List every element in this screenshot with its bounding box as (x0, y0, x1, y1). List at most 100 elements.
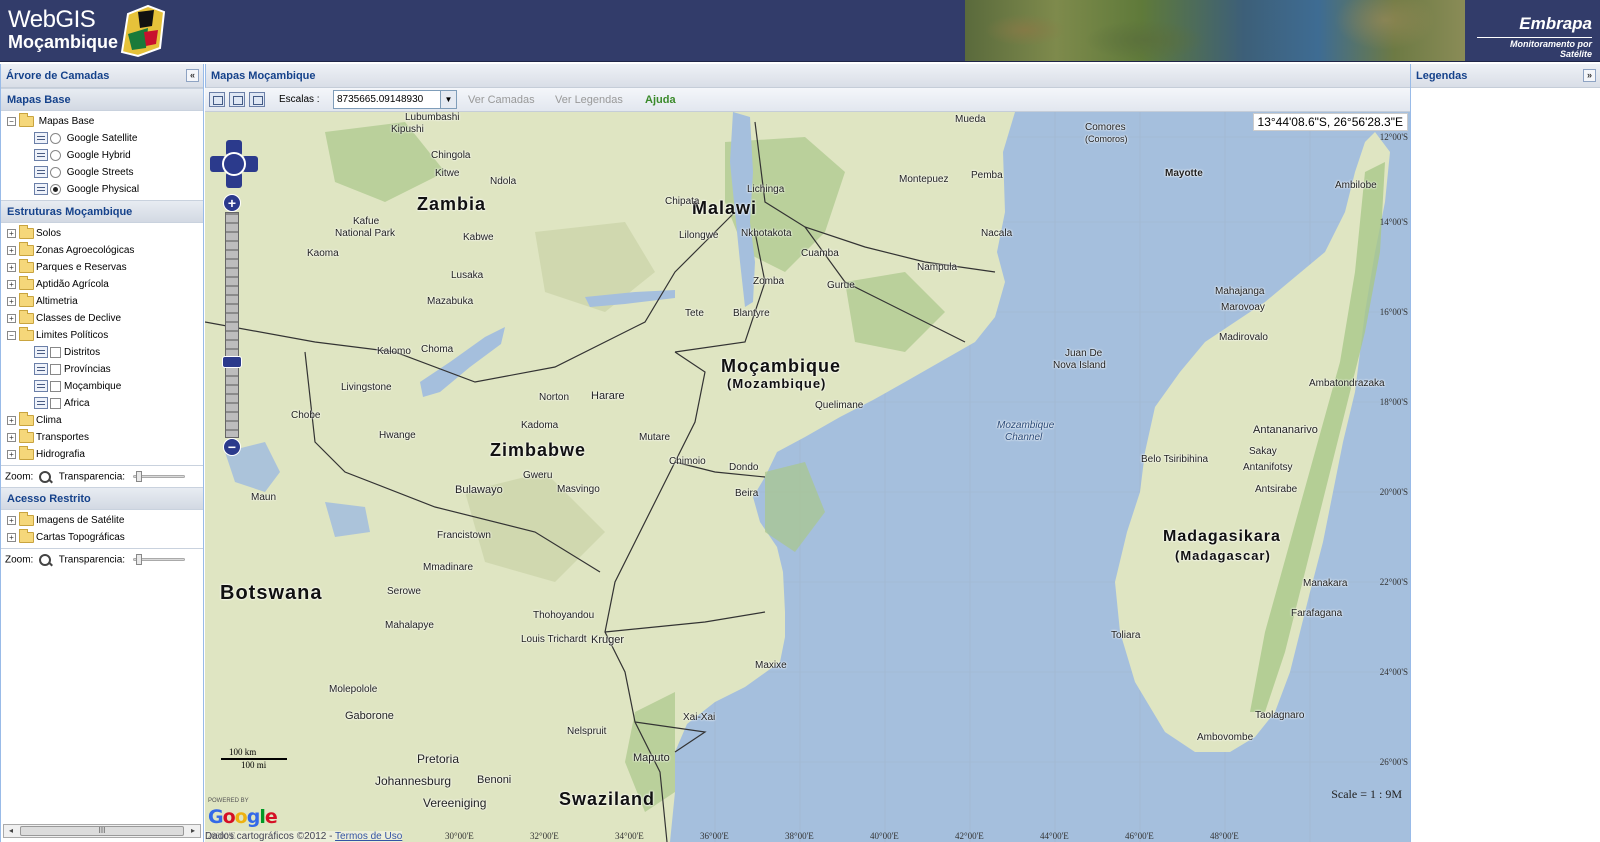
folder-imagens-satelite[interactable]: + Imagens de Satélite (1, 511, 203, 529)
pan-control[interactable] (210, 140, 258, 188)
measure-icon[interactable] (249, 92, 265, 107)
expand-icon[interactable]: + (7, 279, 16, 289)
zoom-in-icon[interactable] (38, 553, 52, 567)
zoom-knob[interactable] (222, 356, 242, 368)
lon-label: 32°00'E (530, 831, 559, 841)
layer-distritos[interactable]: Distritos (1, 344, 203, 361)
collapse-right-button[interactable]: » (1583, 69, 1596, 82)
expand-icon[interactable]: + (7, 313, 16, 323)
overview-icon[interactable] (229, 92, 245, 107)
layer-africa[interactable]: Africa (1, 395, 203, 412)
layer-provincias[interactable]: Províncias (1, 361, 203, 378)
checkbox-africa[interactable] (50, 397, 61, 409)
folder-altimetria[interactable]: + Altimetria (1, 292, 203, 310)
folder-label: Limites Políticos (36, 330, 109, 341)
expand-icon[interactable]: + (7, 415, 16, 425)
folder-clima[interactable]: + Clima (1, 411, 203, 429)
folder-hidrografia[interactable]: + Hidrografia (1, 445, 203, 463)
city-label: Toliara (1111, 630, 1141, 641)
expand-icon[interactable]: + (7, 245, 16, 255)
expand-icon[interactable]: + (7, 228, 16, 238)
city-label: Maputo (633, 752, 670, 764)
city-label: Nelspruit (567, 726, 607, 737)
city-label: Antanifotsy (1243, 462, 1293, 473)
folder-cartas[interactable]: + Cartas Topográficas (1, 528, 203, 546)
slider-thumb[interactable] (136, 471, 142, 482)
city-label: Mahalapye (385, 620, 434, 631)
zoom-in-button[interactable]: + (223, 194, 241, 212)
scroll-right-arrow-icon[interactable]: ▸ (188, 826, 198, 836)
scrollbar-thumb[interactable]: III (20, 826, 184, 836)
expand-icon[interactable]: + (7, 532, 16, 542)
zoom-track[interactable] (225, 212, 239, 438)
layer-label: Google Physical (66, 184, 140, 195)
map-canvas[interactable]: Zambia Malawi Moçambique (Mozambique) Zi… (205, 112, 1410, 842)
horizontal-scrollbar[interactable]: ◂ III ▸ (3, 824, 201, 838)
layer-google-physical[interactable]: Google Physical (1, 181, 203, 198)
expand-icon[interactable]: + (7, 432, 16, 442)
transparency-slider[interactable] (133, 554, 185, 565)
terms-link[interactable]: Termos de Uso (335, 831, 402, 842)
scale-select[interactable]: 8735665.09148930 ▼ (333, 90, 457, 109)
city-label: Hwange (379, 430, 416, 441)
label-botswana: Botswana (220, 582, 323, 604)
section-estruturas[interactable]: Estruturas Moçambique (1, 200, 203, 223)
checkbox-mocambique[interactable] (50, 380, 61, 392)
google-logo[interactable]: Google (208, 806, 278, 828)
collapse-icon[interactable]: − (7, 116, 16, 126)
map-panel-header: Mapas Moçambique (205, 64, 1410, 88)
folder-transportes[interactable]: + Transportes (1, 428, 203, 446)
zoom-label: Zoom: (5, 471, 34, 483)
folder-aptidao[interactable]: + Aptidão Agrícola (1, 275, 203, 293)
folder-limites[interactable]: − Limites Políticos (1, 326, 203, 344)
transparency-slider[interactable] (133, 471, 185, 482)
radio-google-streets[interactable] (50, 166, 61, 178)
expand-icon[interactable]: + (7, 296, 16, 306)
folder-mapas-base[interactable]: − Mapas Base (1, 112, 203, 130)
layer-mocambique[interactable]: Moçambique (1, 378, 203, 395)
layer-google-streets[interactable]: Google Streets (1, 164, 203, 181)
ver-legendas-link[interactable]: Ver Legendas (555, 94, 623, 106)
zoom-out-button[interactable]: − (223, 438, 241, 456)
checkbox-provincias[interactable] (50, 363, 61, 375)
slider-thumb[interactable] (136, 554, 142, 565)
city-label: Pretoria (417, 752, 460, 766)
expand-icon[interactable]: + (7, 449, 16, 459)
scale-bar: 100 km 100 mi (221, 747, 287, 770)
label-madagasikara: Madagasikara (1163, 528, 1281, 545)
chevron-down-icon[interactable]: ▼ (440, 91, 456, 108)
label-mocambique: Moçambique (721, 356, 842, 376)
checkbox-distritos[interactable] (50, 346, 61, 358)
label-mozambique: (Mozambique) (727, 376, 827, 391)
globe-icon[interactable] (222, 152, 246, 176)
collapse-icon[interactable]: − (7, 330, 16, 340)
ajuda-link[interactable]: Ajuda (645, 94, 676, 106)
folder-declive[interactable]: + Classes de Declive (1, 309, 203, 327)
radio-google-physical[interactable] (50, 183, 61, 195)
city-label: Mueda (955, 114, 986, 125)
attribution-text: Dados cartográficos ©2012 (205, 831, 327, 842)
layer-google-hybrid[interactable]: Google Hybrid (1, 147, 203, 164)
radio-google-satellite[interactable] (50, 132, 61, 144)
label-zimbabwe: Zimbabwe (490, 440, 587, 460)
section-mapas-base[interactable]: Mapas Base (1, 88, 203, 111)
layer-tree-title: Árvore de Camadas (6, 70, 110, 82)
city-label: Tete (685, 308, 704, 319)
section-acesso-restrito[interactable]: Acesso Restrito (1, 487, 203, 510)
layer-google-satellite[interactable]: Google Satellite (1, 130, 203, 147)
city-label: Ambatondrazaka (1309, 378, 1385, 389)
folder-label: Zonas Agroecológicas (36, 245, 135, 256)
folder-zonas[interactable]: + Zonas Agroecológicas (1, 241, 203, 259)
scroll-left-arrow-icon[interactable]: ◂ (6, 826, 16, 836)
expand-icon[interactable]: + (7, 262, 16, 272)
folder-solos[interactable]: + Solos (1, 224, 203, 242)
folder-parques[interactable]: + Parques e Reservas (1, 258, 203, 276)
collapse-left-button[interactable]: « (186, 69, 199, 82)
radio-google-hybrid[interactable] (50, 149, 61, 161)
zoom-extent-icon[interactable] (209, 92, 225, 107)
expand-icon[interactable]: + (7, 515, 16, 525)
zoom-slider[interactable]: + − (222, 194, 242, 456)
ver-camadas-link[interactable]: Ver Camadas (468, 94, 535, 106)
zoom-in-icon[interactable] (38, 470, 52, 484)
layer-label: Províncias (64, 364, 111, 375)
